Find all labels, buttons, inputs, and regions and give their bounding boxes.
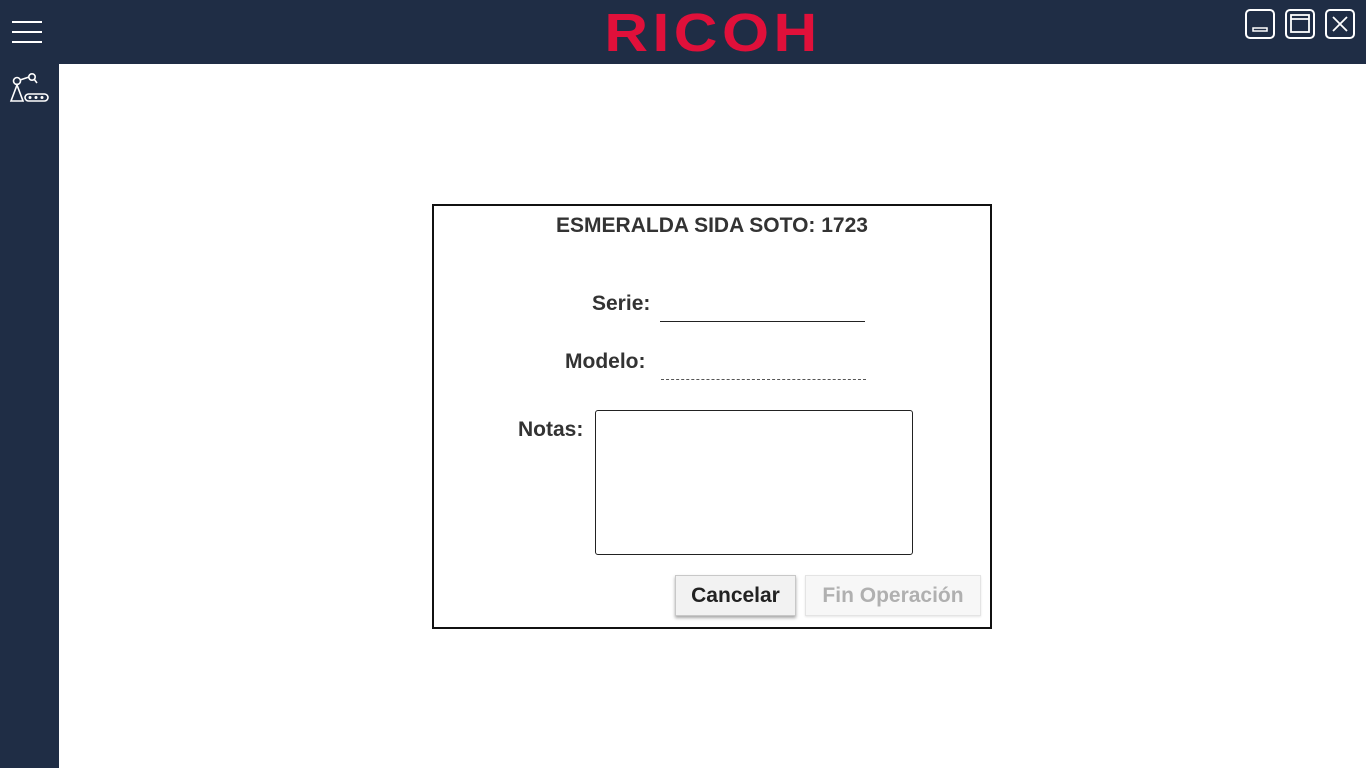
dialog-title: ESMERALDA SIDA SOTO: 1723 xyxy=(556,214,868,237)
notas-textarea[interactable] xyxy=(595,410,913,555)
modelo-label: Modelo: xyxy=(565,350,646,373)
robot-arm-conveyor-icon[interactable] xyxy=(8,72,50,104)
cancel-button[interactable]: Cancelar xyxy=(675,575,796,616)
close-icon xyxy=(1332,16,1348,32)
minimize-icon xyxy=(1252,27,1268,32)
top-bar: RICOH xyxy=(0,0,1366,64)
maximize-button[interactable] xyxy=(1285,9,1315,39)
operation-dialog: ESMERALDA SIDA SOTO: 1723 Serie: Modelo:… xyxy=(432,204,992,629)
maximize-icon xyxy=(1290,14,1310,33)
ricoh-logo: RICOH xyxy=(604,3,822,63)
hamburger-icon[interactable] xyxy=(12,21,42,43)
modelo-input[interactable] xyxy=(661,352,866,380)
close-button[interactable] xyxy=(1325,9,1355,39)
sidebar xyxy=(0,64,59,768)
finish-operation-button[interactable]: Fin Operación xyxy=(805,575,981,616)
minimize-button[interactable] xyxy=(1245,9,1275,39)
notas-label: Notas: xyxy=(518,418,584,441)
serie-label: Serie: xyxy=(592,292,651,315)
serie-input[interactable] xyxy=(660,294,865,322)
